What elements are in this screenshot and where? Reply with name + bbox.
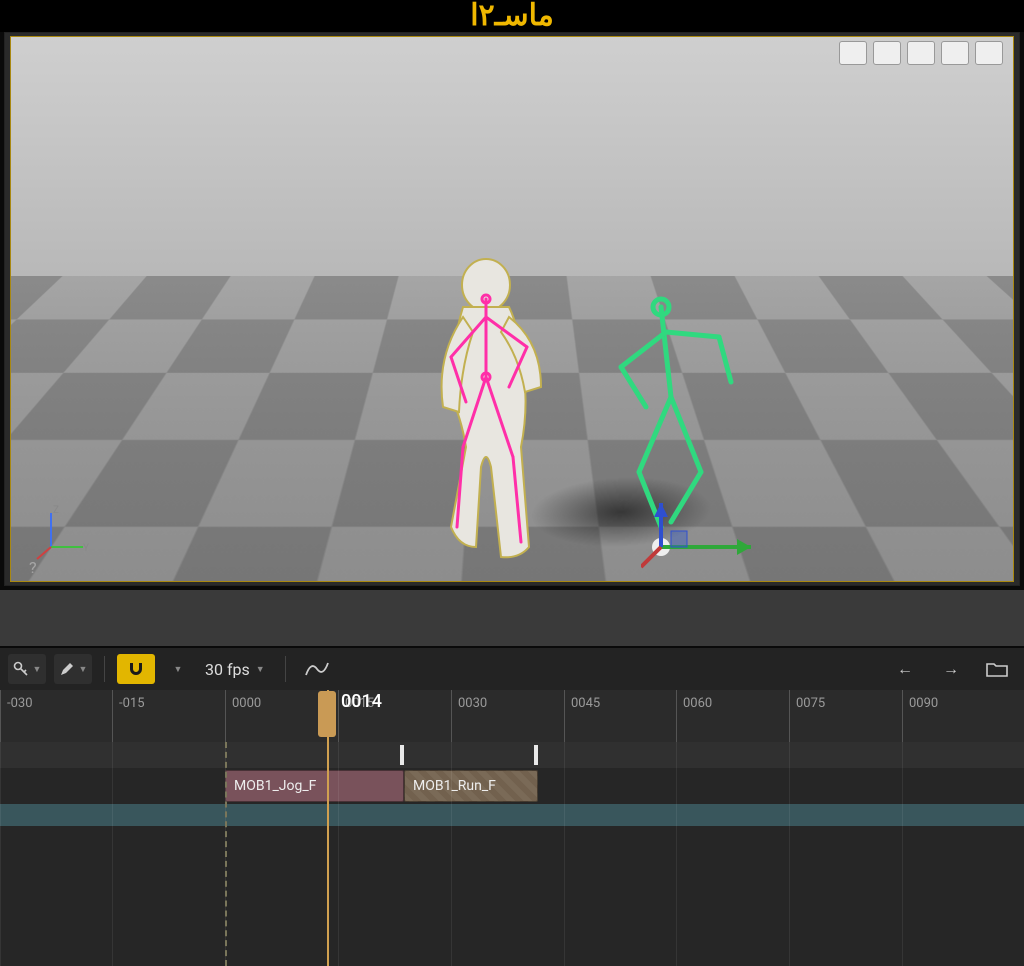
keyframe-marker[interactable] (400, 745, 404, 765)
origin-line (225, 742, 227, 966)
pencil-icon (59, 661, 75, 677)
svg-text:Y: Y (83, 543, 89, 554)
viewport-3d[interactable]: Z Y ? (11, 37, 1013, 581)
ruler-tick-label: 0030 (458, 696, 487, 711)
ruler-tick-label: 0075 (796, 696, 825, 711)
folder-icon (986, 660, 1008, 678)
ruler-tick-label: 0090 (909, 696, 938, 711)
track-gridline (902, 742, 903, 966)
top-bar: ماسـ٢ا (0, 0, 1024, 32)
keyframe-marker[interactable] (534, 745, 538, 765)
annotation-row[interactable] (0, 804, 1024, 826)
timeline-toolbar: ▼ ▼ ▼ 30 fps ▼ ← → (0, 648, 1024, 690)
axis-gizmo-icon: Z Y (33, 503, 93, 563)
viewport-tool-button-1[interactable] (839, 41, 867, 65)
animation-clip[interactable]: MOB1_Run_F (404, 770, 538, 802)
snap-options-caret[interactable]: ▼ (163, 654, 189, 684)
track-gridline (564, 742, 565, 966)
curve-editor-button[interactable] (298, 654, 336, 684)
svg-text:Z: Z (53, 505, 59, 516)
key-strip[interactable] (0, 742, 1024, 768)
ruler-tick-label: 0060 (683, 696, 712, 711)
ruler-tick-label: -015 (119, 696, 145, 711)
ruler-tick-label: -030 (7, 696, 33, 711)
ruler-tick: -030 (0, 690, 1, 742)
fps-dropdown[interactable]: 30 fps ▼ (197, 654, 273, 684)
ruler-tick: -015 (112, 690, 113, 742)
viewport-tool-button-4[interactable] (941, 41, 969, 65)
panel-divider[interactable] (0, 590, 1024, 646)
ruler-tick-label: 0015 (345, 696, 374, 711)
caret-down-icon: ▼ (174, 664, 183, 675)
help-icon[interactable]: ? (29, 558, 37, 577)
key-icon (13, 661, 29, 677)
snap-toggle[interactable] (117, 654, 155, 684)
track-gridline (338, 742, 339, 966)
ruler-tick: 0075 (789, 690, 790, 742)
clip-label: MOB1_Run_F (413, 778, 496, 794)
mannequin-character[interactable] (381, 247, 591, 567)
prev-button[interactable]: ← (886, 654, 924, 684)
track-gridline (0, 742, 1, 966)
transform-gizmo[interactable] (641, 497, 761, 577)
arrow-right-icon: → (943, 659, 959, 679)
ruler-tick: 0060 (676, 690, 677, 742)
key-button[interactable]: ▼ (8, 654, 46, 684)
viewport-tool-button-5[interactable] (975, 41, 1003, 65)
ruler-tick-label: 0000 (232, 696, 261, 711)
arrow-left-icon: ← (897, 659, 913, 679)
clip-row[interactable]: MOB1_Jog_F MOB1_Run_F (0, 768, 1024, 804)
caret-down-icon: ▼ (256, 664, 265, 675)
toolbar-separator (104, 656, 105, 682)
caret-down-icon: ▼ (33, 664, 42, 675)
track-gridline (789, 742, 790, 966)
animation-clip[interactable]: MOB1_Jog_F (225, 770, 404, 802)
ruler-tick: 0015 (338, 690, 339, 742)
track-gridline (451, 742, 452, 966)
fps-label: 30 fps (205, 660, 250, 679)
magnet-icon (127, 660, 145, 678)
timeline-tracks[interactable]: MOB1_Jog_F MOB1_Run_F (0, 742, 1024, 966)
watermark-logo: ماسـ٢ا (470, 0, 554, 33)
ruler-tick: 0045 (564, 690, 565, 742)
clip-label: MOB1_Jog_F (234, 778, 316, 794)
pencil-button[interactable]: ▼ (54, 654, 92, 684)
viewport-toolbar (839, 41, 1003, 65)
ruler-tick: 0030 (451, 690, 452, 742)
ruler-tick-label: 0045 (571, 696, 600, 711)
next-button[interactable]: → (932, 654, 970, 684)
track-gridline (676, 742, 677, 966)
open-folder-button[interactable] (978, 654, 1016, 684)
curve-icon (305, 660, 329, 678)
ruler-tick: 0000 (225, 690, 226, 742)
timeline-ruler[interactable]: -030 -015 0000 0015 0030 0045 0060 0075 0090 (0, 690, 1024, 742)
ruler-tick: 0090 (902, 690, 903, 742)
track-gridline (112, 742, 113, 966)
viewport-tool-button-3[interactable] (907, 41, 935, 65)
viewport-panel: Z Y ? (4, 32, 1020, 586)
caret-down-icon: ▼ (79, 664, 88, 675)
toolbar-separator (285, 656, 286, 682)
viewport-tool-button-2[interactable] (873, 41, 901, 65)
